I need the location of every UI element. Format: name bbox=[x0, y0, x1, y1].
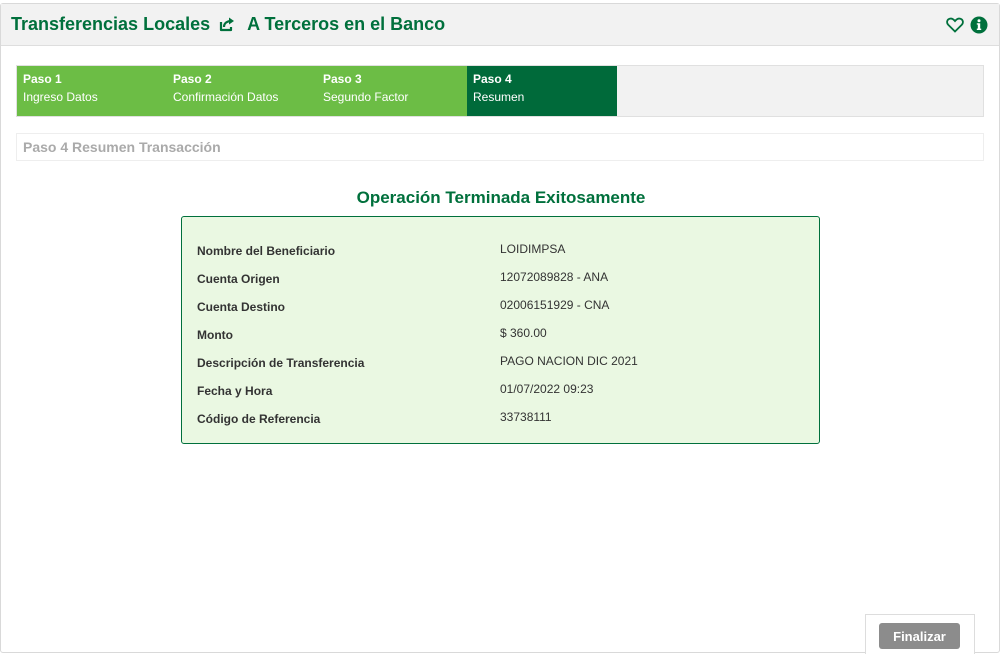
summary-label: Cuenta Origen bbox=[197, 272, 280, 286]
summary-value: 01/07/2022 09:23 bbox=[500, 382, 594, 396]
step-1: Paso 1 Ingreso Datos bbox=[17, 66, 167, 116]
section-title: Paso 4 Resumen Transacción bbox=[16, 133, 984, 161]
summary-row: Nombre del Beneficiario LOIDIMPSA bbox=[197, 242, 809, 262]
summary-value: 02006151929 - CNA bbox=[500, 298, 610, 312]
summary-label: Código de Referencia bbox=[197, 412, 321, 426]
summary-row: Cuenta Destino 02006151929 - CNA bbox=[197, 298, 809, 318]
step-number: Paso 2 bbox=[173, 72, 212, 86]
summary-row: Cuenta Origen 12072089828 - ANA bbox=[197, 270, 809, 290]
page-title: Transferencias Locales bbox=[11, 14, 211, 34]
step-number: Paso 4 bbox=[473, 72, 512, 86]
summary-value: 33738111 bbox=[500, 410, 552, 424]
summary-row: Descripción de Transferencia PAGO NACION… bbox=[197, 354, 809, 374]
main-panel: Transferencias Locales A Terceros en el … bbox=[0, 3, 1000, 654]
step-number: Paso 3 bbox=[323, 72, 362, 86]
summary-row: Fecha y Hora 01/07/2022 09:23 bbox=[197, 382, 809, 402]
summary-label: Descripción de Transferencia bbox=[197, 356, 365, 370]
summary-value: LOIDIMPSA bbox=[500, 242, 566, 256]
step-3: Paso 3 Segundo Factor bbox=[317, 66, 467, 116]
info-icon[interactable] bbox=[969, 15, 989, 35]
summary-value: $ 360.00 bbox=[500, 326, 547, 340]
steps-wizard: Paso 1 Ingreso Datos Paso 2 Confirmación… bbox=[16, 65, 984, 117]
summary-label: Fecha y Hora bbox=[197, 384, 273, 398]
step-label: Resumen bbox=[473, 90, 525, 104]
transaction-summary: Nombre del Beneficiario LOIDIMPSA Cuenta… bbox=[181, 216, 820, 444]
page-header: Transferencias Locales A Terceros en el … bbox=[1, 4, 999, 46]
action-footer: Finalizar bbox=[865, 614, 975, 654]
step-label: Segundo Factor bbox=[323, 90, 409, 104]
summary-row: Monto $ 360.00 bbox=[197, 326, 809, 346]
summary-label: Nombre del Beneficiario bbox=[197, 244, 336, 258]
summary-value: PAGO NACION DIC 2021 bbox=[500, 354, 638, 368]
summary-label: Cuenta Destino bbox=[197, 300, 286, 314]
summary-value: 12072089828 - ANA bbox=[500, 270, 609, 284]
finalize-button[interactable]: Finalizar bbox=[879, 623, 960, 649]
page-subtitle: A Terceros en el Banco bbox=[247, 14, 446, 34]
step-4: Paso 4 Resumen bbox=[467, 66, 617, 116]
step-label: Ingreso Datos bbox=[23, 90, 98, 104]
step-2: Paso 2 Confirmación Datos bbox=[167, 66, 317, 116]
heart-icon[interactable] bbox=[945, 15, 965, 35]
result-title: Operación Terminada Exitosamente bbox=[356, 188, 646, 207]
step-label: Confirmación Datos bbox=[173, 90, 279, 104]
summary-label: Monto bbox=[197, 328, 233, 342]
share-icon[interactable] bbox=[218, 15, 238, 35]
step-number: Paso 1 bbox=[23, 72, 62, 86]
summary-row: Código de Referencia 33738111 bbox=[197, 410, 809, 430]
